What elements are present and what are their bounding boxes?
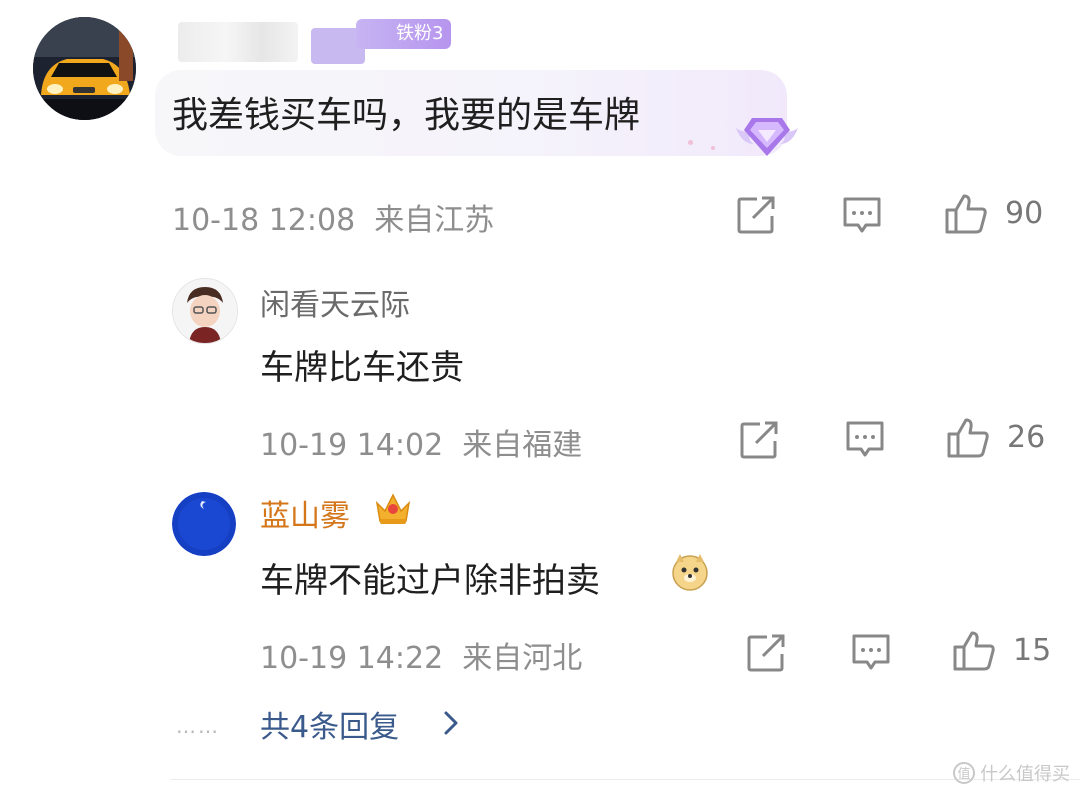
watermark-logo-icon: 值 (952, 761, 976, 785)
comment-text: 我差钱买车吗，我要的是车牌 (172, 95, 641, 136)
chevron-right-icon[interactable] (442, 709, 460, 737)
share-icon[interactable] (737, 196, 777, 234)
reply-comment-icon[interactable] (845, 420, 885, 460)
reply-text: 车牌不能过户除非拍卖 (260, 553, 600, 602)
reply-location: 来自河北 (462, 641, 583, 676)
username-blurred[interactable] (178, 22, 298, 62)
share-icon[interactable] (740, 421, 780, 459)
reply-meta: 10-19 14:02 来自福建 (260, 420, 582, 464)
reply-location: 来自福建 (462, 428, 583, 463)
like-count: 90 (1005, 196, 1044, 231)
reply-text: 车牌比车还贵 (260, 348, 464, 388)
reply-meta: 10-19 14:22 来自河北 (260, 633, 582, 677)
share-icon[interactable] (747, 634, 787, 672)
reply-time: 10-19 14:22 (260, 641, 444, 676)
avatar-reply-user[interactable] (172, 492, 236, 556)
reply-comment-icon[interactable] (851, 633, 891, 673)
like-count: 26 (1007, 420, 1046, 455)
crown-icon (373, 489, 413, 527)
diamond-gem-icon (730, 104, 804, 160)
avatar-commenter[interactable] (33, 17, 136, 120)
watermark-text: 什么值得买 (980, 764, 1070, 785)
view-more-replies-link[interactable]: 共4条回复 (260, 702, 399, 746)
fan-badge-label: 铁粉3 (396, 23, 444, 44)
more-replies-dots: …… (176, 714, 220, 738)
sparkle-dot (711, 146, 715, 150)
reply-username[interactable]: 闲看天云际 (260, 280, 410, 324)
sparkle-dot (688, 140, 693, 145)
avatar-reply-user[interactable] (172, 278, 238, 344)
comment-time: 10-18 12:08 (172, 203, 356, 238)
reply-username-vip[interactable]: 蓝山雾 (260, 491, 350, 535)
like-count: 15 (1013, 633, 1052, 668)
fan-badge: 铁粉3 (356, 19, 452, 49)
svg-text:值: 值 (957, 766, 970, 782)
doge-emoji-icon (670, 552, 710, 592)
watermark: 值 什么值得买 (952, 760, 1070, 786)
reply-text-content: 车牌不能过户除非拍卖 (260, 561, 600, 601)
comment-location: 来自江苏 (374, 203, 495, 238)
like-thumb-icon[interactable] (944, 193, 988, 235)
comment-meta: 10-18 12:08 来自江苏 (172, 195, 494, 239)
like-thumb-icon[interactable] (946, 417, 990, 459)
reply-time: 10-19 14:02 (260, 428, 444, 463)
reply-comment-icon[interactable] (842, 196, 882, 236)
view-more-replies-label: 共4条回复 (260, 710, 400, 745)
like-thumb-icon[interactable] (952, 630, 996, 672)
divider (170, 779, 1080, 780)
